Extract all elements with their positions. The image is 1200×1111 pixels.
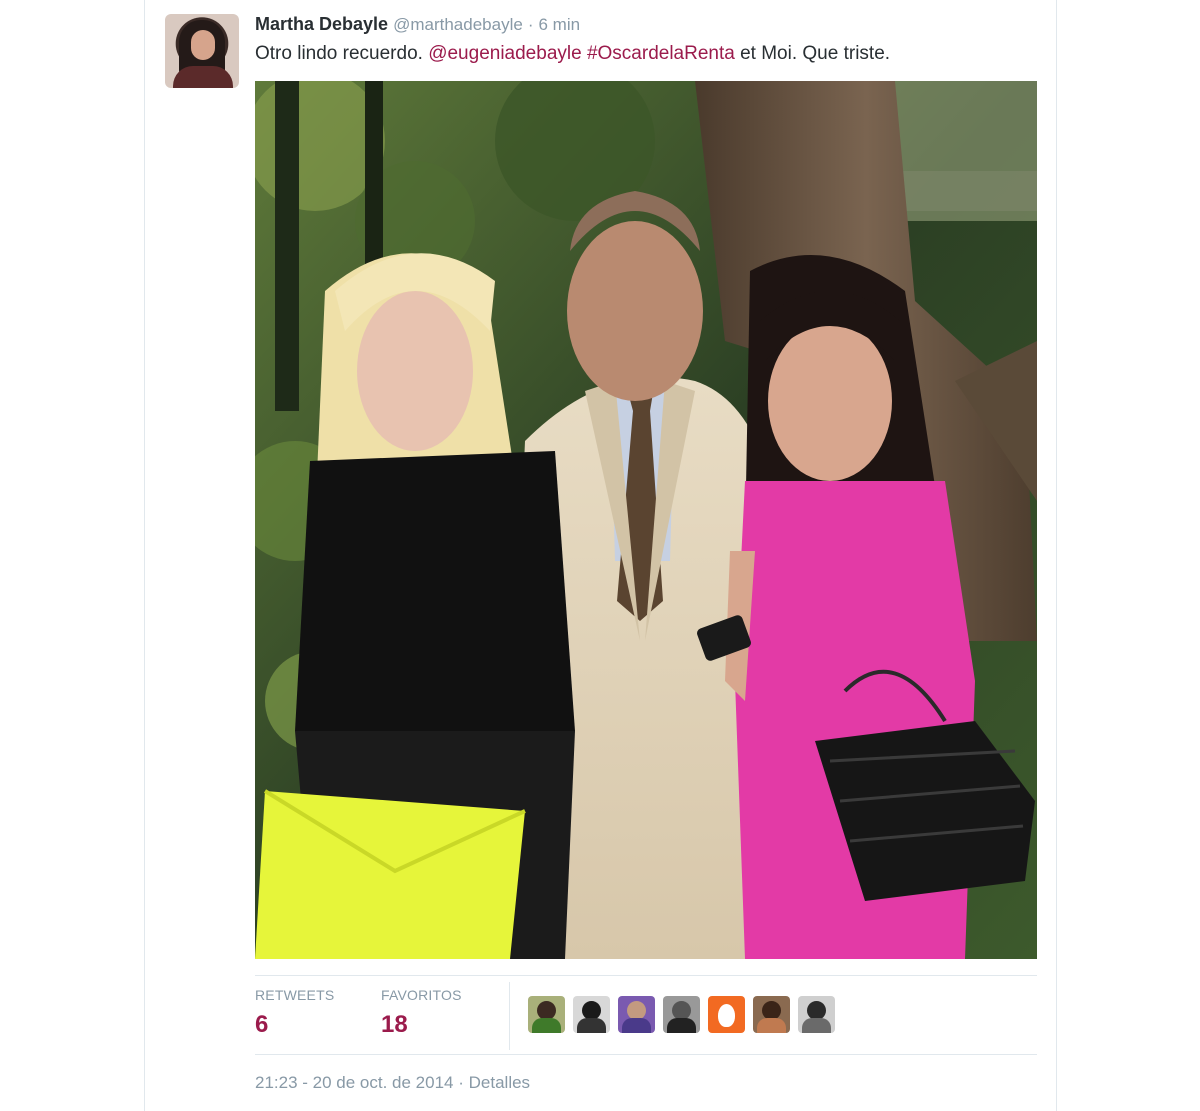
favorites-stat[interactable]: FAVORITOS 18 (381, 987, 462, 1039)
avatar-bw-icon[interactable] (798, 996, 835, 1033)
photo-image (255, 81, 1037, 959)
header-separator: · (527, 15, 534, 34)
avatar-brown-icon[interactable] (753, 996, 790, 1033)
avatar-face (191, 30, 215, 60)
tweet-photo[interactable] (255, 81, 1037, 959)
avatar-purple-icon[interactable] (618, 996, 655, 1033)
author-avatar[interactable] (165, 14, 239, 88)
stats-divider-bottom (255, 1054, 1037, 1055)
avatar-body (173, 66, 233, 88)
favoriters-list (528, 996, 835, 1033)
author-handle[interactable]: @marthadebayle (393, 15, 523, 34)
author-name[interactable]: Martha Debayle (255, 14, 388, 34)
stats-divider-top (255, 975, 1037, 976)
avatar-green-shirt-icon[interactable] (528, 996, 565, 1033)
tweet-text: Otro lindo recuerdo. @eugeniadebayle #Os… (255, 41, 890, 67)
retweets-stat[interactable]: RETWEETS 6 (255, 987, 334, 1039)
details-link[interactable]: Detalles (469, 1073, 530, 1092)
tweet-text-start: Otro lindo recuerdo. (255, 43, 429, 64)
tweet-footer: 21:23 - 20 de oct. de 2014 · Detalles (255, 1073, 530, 1093)
tweet-header: Martha Debayle @marthadebayle · 6 min (255, 12, 580, 37)
favorites-label: FAVORITOS (381, 987, 462, 1003)
avatar-gray-icon[interactable] (663, 996, 700, 1033)
stats-separator (509, 982, 510, 1050)
tweet-text-end: et Moi. Que triste. (734, 43, 891, 64)
retweets-count: 6 (255, 1011, 269, 1038)
mention-link[interactable]: @eugeniadebayle (428, 43, 581, 64)
favorites-count: 18 (381, 1011, 408, 1038)
retweets-label: RETWEETS (255, 987, 335, 1003)
footer-separator: · (458, 1073, 464, 1092)
hashtag-link[interactable]: #OscardelaRenta (587, 43, 735, 64)
avatar-orange-logo-icon[interactable] (708, 996, 745, 1033)
tweet-time[interactable]: 6 min (539, 15, 581, 34)
tweet-card: Martha Debayle @marthadebayle · 6 min Ot… (144, 0, 1057, 1111)
tweet-timestamp[interactable]: 21:23 - 20 de oct. de 2014 (255, 1073, 454, 1092)
avatar-dark-hair-icon[interactable] (573, 996, 610, 1033)
